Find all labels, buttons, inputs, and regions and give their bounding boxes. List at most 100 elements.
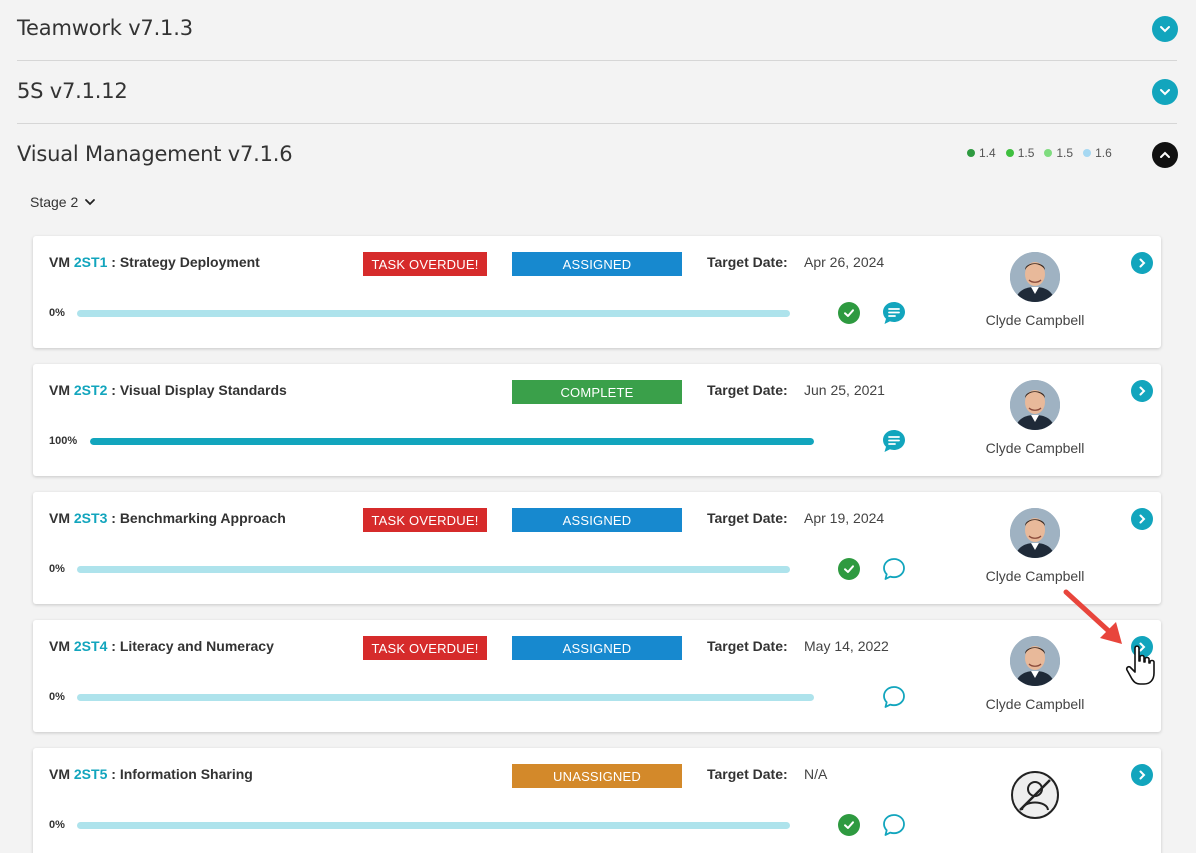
open-task-button[interactable] bbox=[1131, 380, 1153, 402]
status-badge: ASSIGNED bbox=[512, 252, 682, 276]
chevron-right-icon bbox=[1139, 514, 1146, 524]
target-date-label: Target Date: bbox=[707, 638, 788, 654]
legend-label: 1.5 bbox=[1017, 146, 1035, 160]
task-code: 2ST5 bbox=[73, 766, 108, 782]
target-date-value: Jun 25, 2021 bbox=[804, 382, 885, 398]
task-separator: : bbox=[111, 382, 116, 398]
check-circle-icon bbox=[838, 302, 860, 324]
legend-dot bbox=[1083, 149, 1092, 157]
avatar bbox=[1010, 508, 1060, 558]
progress-bar bbox=[77, 822, 790, 829]
assignee-name: Clyde Campbell bbox=[985, 312, 1085, 328]
task-prefix: VM bbox=[49, 766, 70, 782]
comment-icon[interactable] bbox=[881, 684, 907, 710]
progress-bar bbox=[77, 566, 790, 573]
comment-filled-icon[interactable] bbox=[881, 300, 907, 326]
chevron-right-icon bbox=[1139, 386, 1146, 396]
legend-label: 1.4 bbox=[979, 146, 996, 160]
chevron-right-icon bbox=[1139, 258, 1146, 268]
progress-bar bbox=[90, 438, 814, 445]
assignee-name: Clyde Campbell bbox=[985, 568, 1085, 584]
task-separator: : bbox=[111, 510, 116, 526]
check-circle-icon bbox=[838, 558, 860, 580]
chevron-down-icon bbox=[85, 199, 96, 206]
legend-dot bbox=[1005, 149, 1014, 157]
legend-item: 1.6 bbox=[1083, 146, 1112, 160]
task-name: Visual Display Standards bbox=[119, 382, 287, 398]
progress-label: 100% bbox=[49, 435, 78, 447]
comment-icon[interactable] bbox=[881, 556, 907, 582]
task-title[interactable]: VM 2ST2 : Visual Display Standards bbox=[49, 382, 287, 398]
avatar bbox=[1010, 252, 1060, 302]
progress-label: 0% bbox=[49, 691, 65, 703]
task-title[interactable]: VM 2ST1 : Strategy Deployment bbox=[49, 254, 260, 270]
section-title: Teamwork v7.1.3 bbox=[17, 16, 193, 40]
task-name: Literacy and Numeracy bbox=[119, 638, 274, 654]
task-code: 2ST2 bbox=[73, 382, 108, 398]
progress-bar bbox=[77, 694, 814, 701]
chevron-down-icon bbox=[1160, 26, 1170, 33]
open-task-button[interactable] bbox=[1131, 252, 1153, 274]
avatar bbox=[1010, 380, 1060, 430]
status-badge: UNASSIGNED bbox=[512, 764, 682, 788]
legend-item: 1.5 bbox=[1005, 146, 1035, 160]
progress-label: 0% bbox=[49, 819, 65, 831]
task-separator: : bbox=[111, 254, 116, 270]
target-date-value: May 14, 2022 bbox=[804, 638, 889, 654]
task-separator: : bbox=[111, 766, 116, 782]
stage-dropdown[interactable]: Stage 2 bbox=[30, 194, 96, 210]
task-separator: : bbox=[111, 638, 116, 654]
task-name: Benchmarking Approach bbox=[119, 510, 286, 526]
task-title[interactable]: VM 2ST4 : Literacy and Numeracy bbox=[49, 638, 274, 654]
progress-bar bbox=[77, 310, 790, 317]
target-date-label: Target Date: bbox=[707, 510, 788, 526]
task-name: Strategy Deployment bbox=[119, 254, 260, 270]
task-card[interactable]: VM 2ST1 : Strategy Deployment TASK OVERD… bbox=[33, 236, 1161, 348]
task-prefix: VM bbox=[49, 510, 70, 526]
section-header-5s[interactable]: 5S v7.1.12 bbox=[17, 61, 1178, 124]
expand-button[interactable] bbox=[1152, 16, 1178, 42]
comment-filled-icon[interactable] bbox=[881, 428, 907, 454]
section-header-teamwork[interactable]: Teamwork v7.1.3 bbox=[17, 0, 1178, 61]
task-card[interactable]: VM 2ST4 : Literacy and Numeracy TASK OVE… bbox=[33, 620, 1161, 732]
hand-cursor-icon bbox=[1125, 645, 1155, 685]
annotation-arrow-icon bbox=[1063, 589, 1122, 644]
task-name: Information Sharing bbox=[119, 766, 253, 782]
section-title: Visual Management v7.1.6 bbox=[17, 142, 293, 166]
target-date-value: Apr 26, 2024 bbox=[804, 254, 885, 270]
open-task-button[interactable] bbox=[1131, 764, 1153, 786]
avatar bbox=[1010, 636, 1060, 686]
check-circle-icon bbox=[838, 814, 860, 836]
progress-bar-fill bbox=[90, 438, 814, 445]
task-title[interactable]: VM 2ST3 : Benchmarking Approach bbox=[49, 510, 286, 526]
status-badge: ASSIGNED bbox=[512, 636, 682, 660]
target-date-label: Target Date: bbox=[707, 382, 788, 398]
assignee-name: Clyde Campbell bbox=[985, 696, 1085, 712]
task-prefix: VM bbox=[49, 638, 70, 654]
collapse-button[interactable] bbox=[1152, 142, 1178, 168]
task-card[interactable]: VM 2ST2 : Visual Display Standards COMPL… bbox=[33, 364, 1161, 476]
task-card[interactable]: VM 2ST5 : Information Sharing UNASSIGNED… bbox=[33, 748, 1161, 853]
target-date-value: Apr 19, 2024 bbox=[804, 510, 885, 526]
overdue-badge: TASK OVERDUE! bbox=[363, 252, 487, 276]
task-code: 2ST3 bbox=[73, 510, 108, 526]
task-code: 2ST1 bbox=[73, 254, 108, 270]
progress-label: 0% bbox=[49, 307, 65, 319]
chevron-down-icon bbox=[1160, 89, 1170, 96]
target-date-label: Target Date: bbox=[707, 254, 788, 270]
status-badge: COMPLETE bbox=[512, 380, 682, 404]
open-task-button[interactable] bbox=[1131, 508, 1153, 530]
task-title[interactable]: VM 2ST5 : Information Sharing bbox=[49, 766, 253, 782]
expand-button[interactable] bbox=[1152, 79, 1178, 105]
task-code: 2ST4 bbox=[73, 638, 108, 654]
status-badge: ASSIGNED bbox=[512, 508, 682, 532]
target-date-value: N/A bbox=[804, 766, 828, 782]
legend-label: 1.5 bbox=[1056, 146, 1074, 160]
overdue-badge: TASK OVERDUE! bbox=[363, 636, 487, 660]
legend-dot bbox=[967, 149, 975, 157]
comment-icon[interactable] bbox=[881, 812, 907, 838]
task-prefix: VM bbox=[49, 382, 70, 398]
overdue-badge: TASK OVERDUE! bbox=[363, 508, 487, 532]
task-card[interactable]: VM 2ST3 : Benchmarking Approach TASK OVE… bbox=[33, 492, 1161, 604]
legend-dot bbox=[1044, 149, 1053, 157]
